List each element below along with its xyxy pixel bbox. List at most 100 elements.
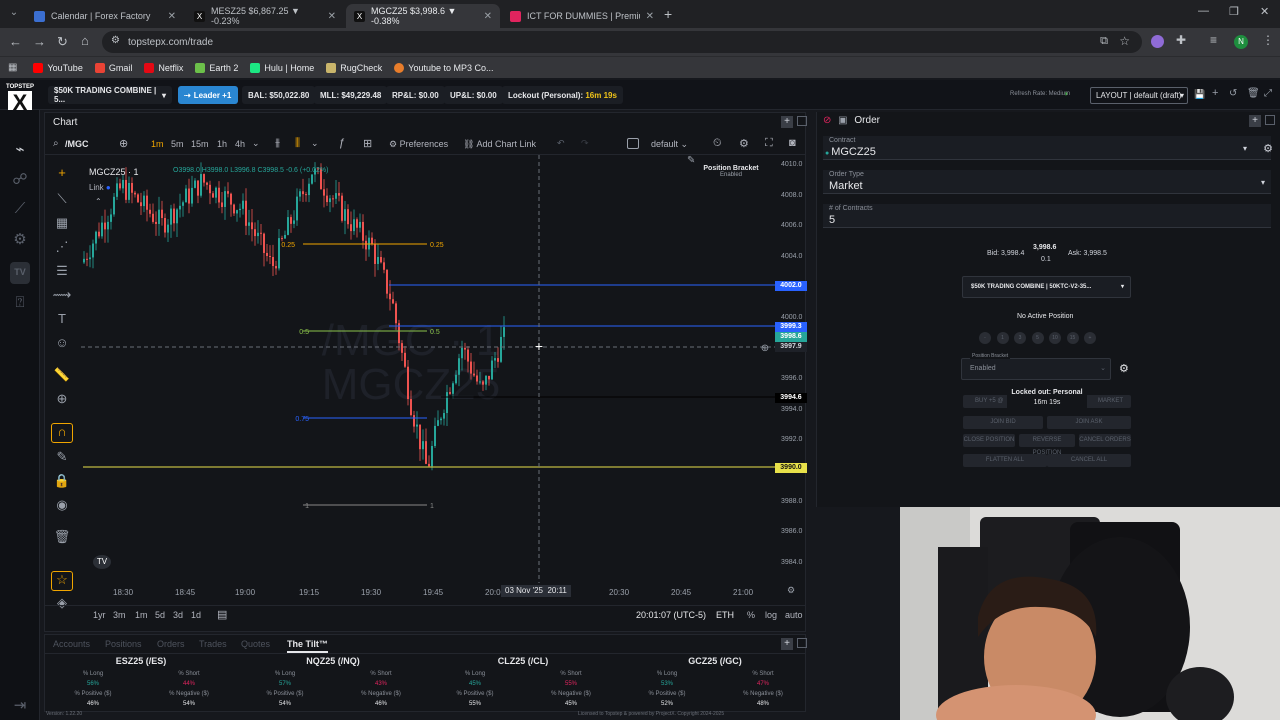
symbol-search-input[interactable]: /MGC — [65, 139, 89, 149]
order-account-select[interactable]: $50K TRADING COMBINE | 50KTC-V2-35... ▾ — [962, 276, 1131, 298]
delete-layout-icon[interactable]: 🗑 — [1247, 88, 1260, 99]
indicators-icon[interactable]: ƒ — [339, 137, 345, 149]
install-app-icon[interactable]: ⧉ — [1100, 35, 1108, 48]
quick-size-button[interactable]: 10 — [1049, 332, 1061, 344]
quick-size-button[interactable]: 3 — [1014, 332, 1026, 344]
community-icon[interactable]: ☍ — [8, 170, 32, 192]
logout-icon[interactable]: ⇥ — [8, 696, 32, 718]
cancel-all-button[interactable]: CANCEL ALL — [1047, 454, 1131, 467]
maximize-panel-icon[interactable] — [797, 638, 807, 648]
chart-fullscreen-icon[interactable]: ⛶ — [765, 137, 773, 150]
tradingview-icon[interactable]: TV — [10, 262, 30, 284]
magnet-tool-icon[interactable]: ∩ — [51, 423, 73, 443]
chart-settings-icon[interactable]: ⚙ — [739, 137, 749, 150]
add-panel-icon[interactable]: + — [781, 638, 793, 650]
contract-settings-gear-icon[interactable]: ⚙ — [1263, 142, 1273, 155]
redo-icon[interactable]: ↷ — [581, 138, 589, 149]
range-3m[interactable]: 3m — [113, 610, 126, 620]
bookmark-earth2[interactable]: Earth 2 — [195, 62, 238, 73]
bookmark-netflix[interactable]: Netflix — [144, 62, 183, 73]
back-icon[interactable]: ← — [9, 34, 22, 49]
join-ask-button[interactable]: JOIN ASK — [1047, 416, 1131, 429]
browser-tab-forexfactory[interactable]: Calendar | Forex Factory ✕ — [26, 4, 184, 28]
position-bracket-select[interactable]: Position Bracket Enabled ⌄ — [961, 353, 1111, 380]
price-chart-plot[interactable]: /MGC · 1 MGCZ25 0.25 0.25 0.5 0.5 0.75 1… — [81, 155, 775, 583]
tab-accounts[interactable]: Accounts — [53, 639, 90, 649]
join-bid-button[interactable]: JOIN BID — [963, 416, 1043, 429]
close-window-icon[interactable]: ✕ — [1260, 5, 1269, 18]
order-type-select[interactable]: Order Type Market ▾ — [823, 170, 1271, 194]
lock-drawings-icon[interactable]: 🔒 — [51, 473, 73, 493]
timeframe-15m[interactable]: 15m — [191, 139, 209, 149]
timeframe-1h[interactable]: 1h — [217, 139, 227, 149]
profile-avatar[interactable]: N — [1234, 35, 1248, 49]
contract-select[interactable]: Contract ● MGCZ25 ▾ ⚙ — [823, 136, 1273, 160]
tab-orders[interactable]: Orders — [157, 639, 185, 649]
ruler-tool-icon[interactable]: 📏 — [51, 367, 73, 387]
undo-icon[interactable]: ↶ — [557, 138, 565, 149]
bookmark-youtube[interactable]: YouTube — [33, 62, 83, 73]
close-tab-icon[interactable]: ✕ — [484, 11, 492, 22]
quick-size-button[interactable]: - — [979, 332, 991, 344]
bookmark-hulu[interactable]: Hulu | Home — [250, 62, 314, 73]
close-tab-icon[interactable]: ✕ — [646, 11, 654, 22]
forward-icon[interactable]: → — [33, 34, 46, 49]
projection-tool-icon[interactable]: ⟿ — [51, 287, 73, 307]
range-1d[interactable]: 1d — [191, 610, 201, 620]
fib-retracement-tool-icon[interactable]: ☰ — [51, 263, 73, 283]
delete-drawings-icon[interactable]: 🗑 — [51, 529, 73, 549]
quick-size-button[interactable]: 5 — [1031, 332, 1044, 344]
analytics-icon[interactable]: ⟋ — [8, 200, 32, 222]
session-eth[interactable]: ETH — [716, 610, 734, 620]
chart-clock[interactable]: 20:01:07 (UTC-5) — [636, 610, 706, 620]
reverse-position-button[interactable]: REVERSE POSITION — [1019, 434, 1075, 456]
range-1yr[interactable]: 1yr — [93, 610, 106, 620]
range-3d[interactable]: 3d — [173, 610, 183, 620]
quick-size-button[interactable]: 1 — [996, 332, 1009, 344]
extension-icon[interactable] — [1151, 35, 1164, 48]
emoji-tool-icon[interactable]: ☺ — [51, 335, 73, 355]
gann-fib-tool-icon[interactable]: ▦ — [51, 215, 73, 235]
scale-auto[interactable]: auto — [785, 610, 803, 620]
tab-positions[interactable]: Positions — [105, 639, 142, 649]
fullscreen-icon[interactable]: ⤢ — [1264, 88, 1272, 99]
timeframe-dropdown-icon[interactable]: ⌄ — [252, 138, 260, 149]
symbol-search-icon[interactable]: ⌕ — [53, 138, 59, 149]
candle-style-icon[interactable]: ⫼ — [295, 137, 300, 150]
leader-button[interactable]: ⇢ Leader +1 — [178, 86, 238, 104]
add-order-plus-icon[interactable]: ⊕ — [761, 343, 769, 354]
scale-percent[interactable]: % — [747, 610, 755, 620]
apps-grid-icon[interactable]: ▦ — [8, 62, 17, 73]
contracts-quantity-input[interactable]: # of Contracts 5 — [823, 204, 1271, 228]
browser-tab-mgcz25[interactable]: X MGCZ25 $3,998.6 ▼ -0.38% ✕ — [346, 4, 500, 28]
goto-date-calendar-icon[interactable]: ▤ — [217, 608, 227, 621]
maximize-panel-icon[interactable] — [797, 116, 807, 126]
templates-grid-icon[interactable]: ⊞ — [363, 137, 372, 150]
bracket-settings-gear-icon[interactable]: ⚙ — [1119, 362, 1129, 375]
template-select[interactable]: default ⌄ — [651, 139, 688, 150]
bookmark-youtube-mp3[interactable]: Youtube to MP3 Co... — [394, 62, 494, 73]
popout-icon[interactable]: ▣ — [838, 115, 847, 126]
unlink-icon[interactable]: ⊘ — [823, 115, 831, 126]
pencil-lock-icon[interactable]: ✎ — [51, 449, 73, 469]
minimize-window-icon[interactable]: — — [1198, 5, 1209, 17]
close-tab-icon[interactable]: ✕ — [328, 11, 336, 22]
chevron-down-icon[interactable]: ⌄ — [311, 138, 319, 149]
hide-drawings-eye-icon[interactable]: ◉ — [51, 497, 73, 517]
quick-size-button[interactable]: + — [1084, 332, 1096, 344]
axis-settings-icon[interactable]: ⚙ — [787, 585, 795, 596]
bookmark-rugcheck[interactable]: RugCheck — [326, 62, 382, 73]
bookmark-gmail[interactable]: Gmail — [94, 62, 132, 73]
add-panel-icon[interactable]: + — [781, 116, 793, 128]
home-icon[interactable]: ⌂ — [81, 33, 89, 48]
favorites-star-icon[interactable]: ☆ — [51, 571, 73, 591]
alert-clock-icon[interactable]: ⏲ — [713, 137, 722, 150]
timeframe-5m[interactable]: 5m — [171, 139, 184, 149]
restore-window-icon[interactable]: ❐ — [1229, 5, 1239, 18]
zoom-tool-icon[interactable]: ⊕ — [51, 391, 73, 411]
settings-gear-icon[interactable]: ⚙ — [8, 230, 32, 252]
screenshot-camera-icon[interactable]: ◙ — [789, 137, 796, 149]
flatten-all-button[interactable]: FLATTEN ALL — [963, 454, 1047, 467]
trade-chart-icon[interactable]: ⌁ — [8, 140, 32, 162]
range-1m[interactable]: 1m — [135, 610, 148, 620]
